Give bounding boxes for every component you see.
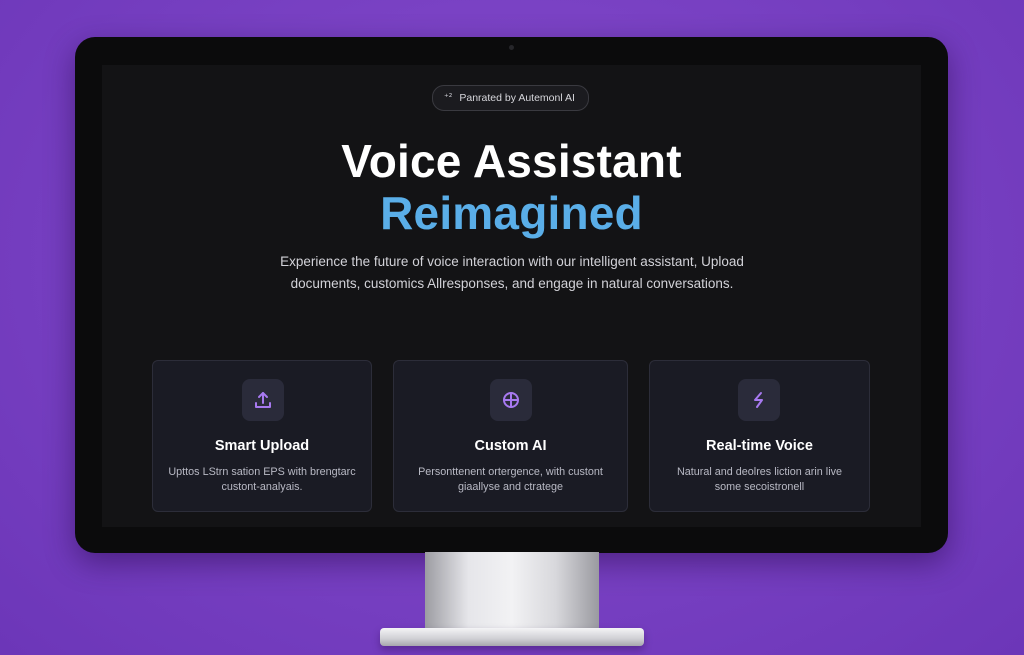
feature-card-real-time-voice[interactable]: Real-time Voice Natural and deolres lict… <box>649 360 870 512</box>
feature-description: Personttenent ortergence, with custont g… <box>418 466 603 493</box>
screen: ⁺² Panrated by Autemonl AI Voice Assista… <box>102 65 921 527</box>
powered-by-badge[interactable]: ⁺² Panrated by Autemonl AI <box>432 85 589 111</box>
camera-dot <box>509 45 514 50</box>
monitor-stand-neck <box>425 552 599 638</box>
hero-title: Voice Assistant <box>341 135 682 187</box>
feature-description: Natural and deolres liction arin live so… <box>676 466 843 493</box>
lightning-icon <box>738 379 780 421</box>
hero-subtitle: Experience the future of voice interacti… <box>280 254 744 291</box>
monitor: ⁺² Panrated by Autemonl AI Voice Assista… <box>75 37 948 553</box>
crosshair-icon <box>490 379 532 421</box>
feature-title: Smart Upload <box>214 438 310 454</box>
upload-icon <box>242 379 284 421</box>
feature-description: Upttos LStrn sation EPS with brengtarc c… <box>168 466 356 493</box>
monitor-stand-base <box>380 628 644 646</box>
hero-title-accent: Reimagined <box>380 187 643 239</box>
feature-card-custom-ai[interactable]: Custom AI Personttenent ortergence, with… <box>393 360 628 512</box>
sparkle-icon: ⁺² <box>444 93 453 103</box>
badge-label: Panrated by Autemonl AI <box>459 92 575 104</box>
feature-title: Custom AI <box>474 438 547 454</box>
feature-title: Real-time Voice <box>706 438 813 454</box>
feature-card-smart-upload[interactable]: Smart Upload Upttos LStrn sation EPS wit… <box>152 360 372 512</box>
